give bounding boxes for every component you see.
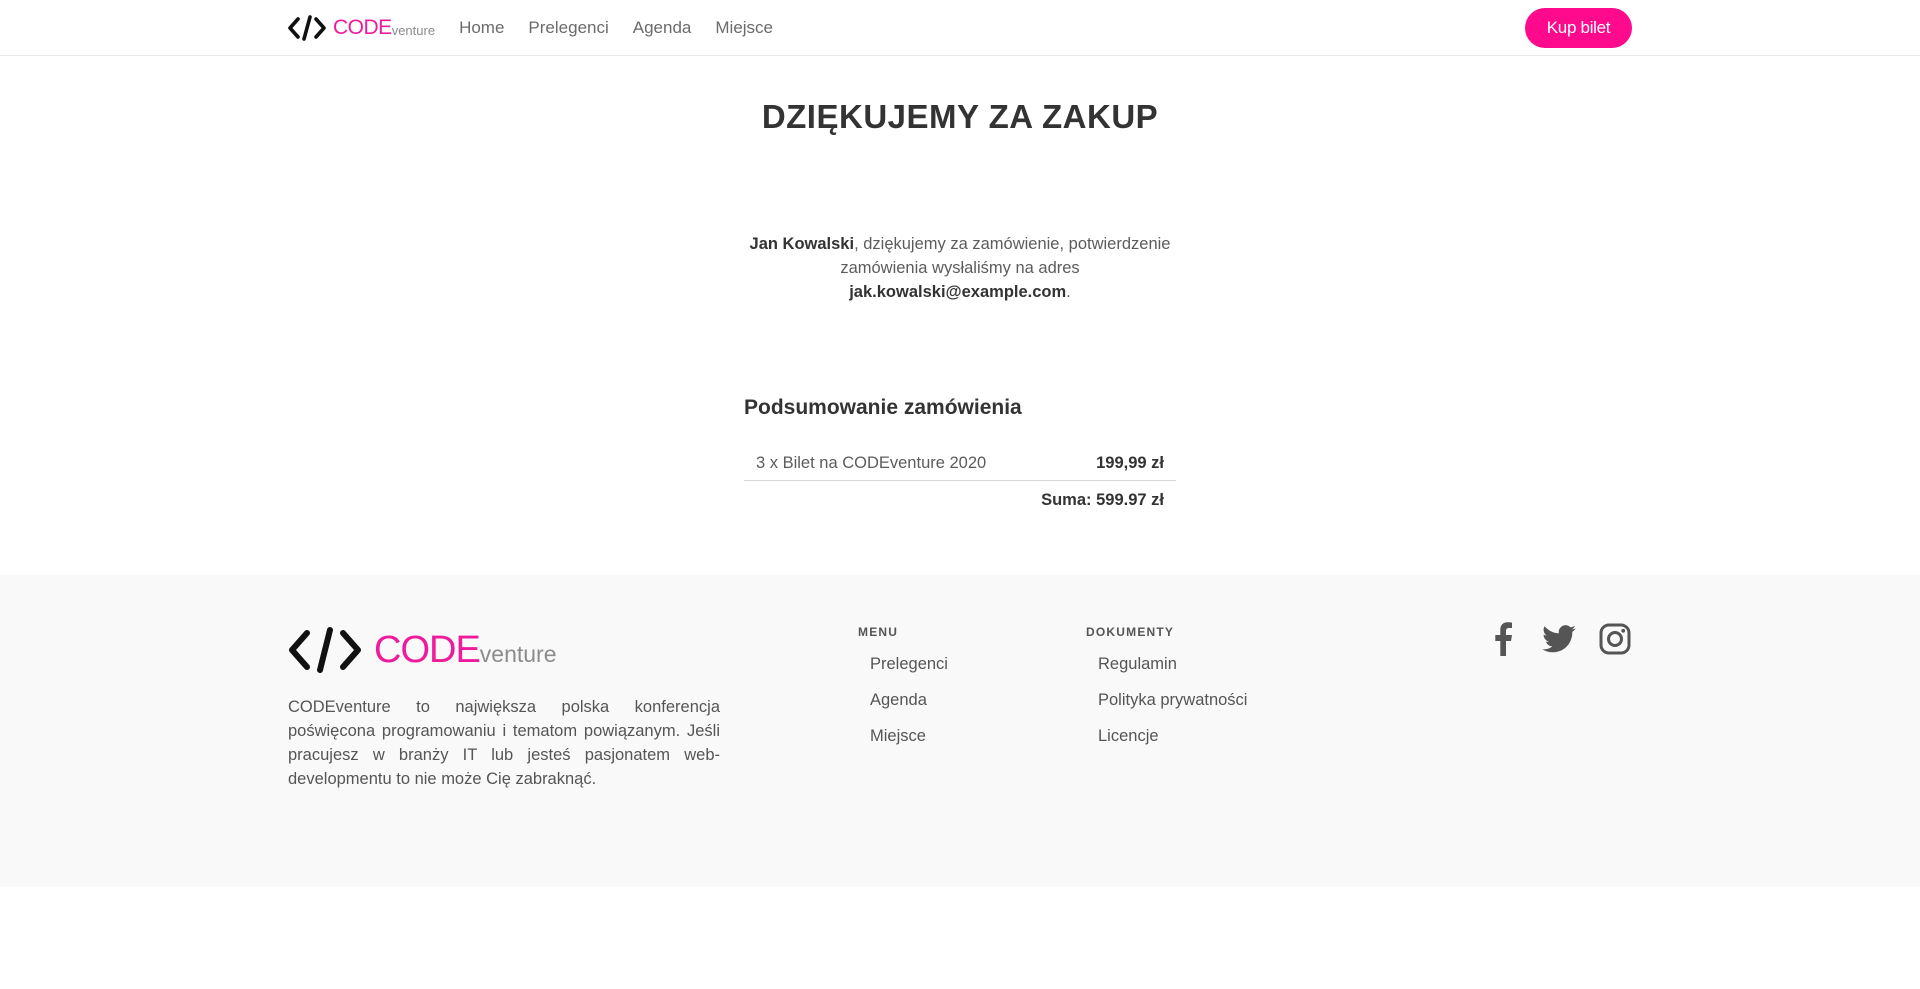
footer-link-prelegenci[interactable]: Prelegenci	[870, 654, 948, 690]
thanks-message: Jan Kowalski, dziękujemy za zamówienie, …	[744, 232, 1176, 304]
nav-prelegenci[interactable]: Prelegenci	[528, 18, 608, 38]
footer-link-privacy[interactable]: Polityka prywatności	[1098, 690, 1247, 726]
brand-logo[interactable]: CODE venture	[288, 14, 435, 42]
summary-title: Podsumowanie zamówienia	[744, 396, 1022, 419]
footer-brand-venture: venture	[479, 641, 557, 667]
main-nav: Home Prelegenci Agenda Miejsce	[459, 18, 797, 38]
footer-link-miejsce[interactable]: Miejsce	[870, 726, 948, 762]
footer-description: CODEventure to największa polska konfere…	[288, 698, 720, 788]
code-brackets-icon	[288, 15, 326, 41]
facebook-icon[interactable]	[1486, 622, 1520, 656]
footer-documents: DOKUMENTY Regulamin Polityka prywatności…	[1086, 625, 1247, 762]
footer-menu-title: MENU	[858, 625, 899, 639]
footer-link-agenda[interactable]: Agenda	[870, 690, 948, 726]
order-item-price: 199,99 zł	[1096, 453, 1164, 472]
instagram-icon[interactable]	[1598, 622, 1632, 656]
page-title: DZIĘKUJEMY ZA ZAKUP	[761, 98, 1159, 135]
brand-venture-text: venture	[391, 23, 436, 38]
code-brackets-icon	[289, 627, 361, 673]
order-item-name: 3 x Bilet na CODEventure 2020	[756, 453, 987, 472]
footer-link-licenses[interactable]: Licencje	[1098, 726, 1247, 762]
twitter-icon[interactable]	[1542, 622, 1576, 656]
customer-email: jak.kowalski@example.com	[849, 283, 1067, 301]
navbar: CODE venture Home Prelegenci Agenda Miej…	[0, 0, 1920, 56]
nav-home[interactable]: Home	[459, 18, 504, 38]
navbar-inner: CODE venture Home Prelegenci Agenda Miej…	[288, 0, 1632, 56]
thanks-text: , dziękujemy za zamówienie, potwierdzeni…	[840, 235, 1171, 277]
order-total: Suma: 599.97 zł	[1041, 491, 1164, 509]
order-summary: Podsumowanie zamówienia 3 x Bilet na COD…	[744, 396, 1176, 510]
footer-documents-title: DOKUMENTY	[1086, 625, 1175, 639]
buy-ticket-button[interactable]: Kup bilet	[1525, 8, 1632, 48]
customer-name: Jan Kowalski	[749, 235, 855, 253]
footer: CODE venture CODEventure to największa p…	[0, 575, 1920, 887]
thanks-period: .	[1066, 283, 1071, 301]
footer-logo[interactable]: CODE venture	[288, 625, 557, 675]
footer-menu: MENU Prelegenci Agenda Miejsce	[858, 625, 948, 762]
footer-brand-code: CODE	[374, 628, 481, 671]
order-row: 3 x Bilet na CODEventure 2020 199,99 zł	[744, 446, 1176, 481]
social-links	[1464, 622, 1632, 656]
brand-code-text: CODE	[333, 16, 392, 39]
nav-miejsce[interactable]: Miejsce	[715, 18, 773, 38]
nav-agenda[interactable]: Agenda	[633, 18, 692, 38]
footer-link-regulamin[interactable]: Regulamin	[1098, 654, 1247, 690]
